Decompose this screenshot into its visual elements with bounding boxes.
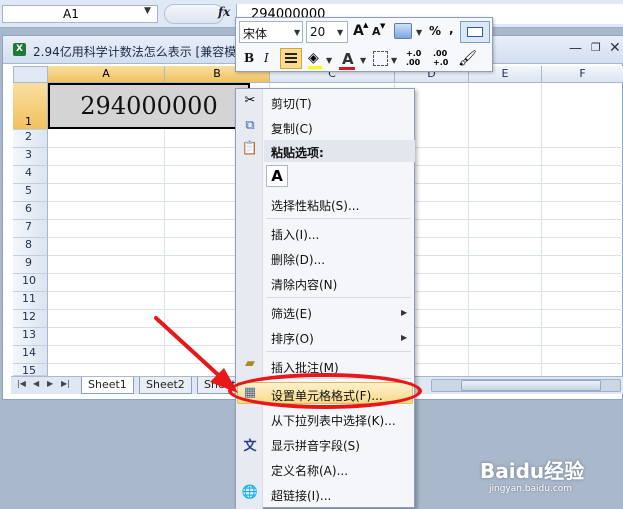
menu-item-delete[interactable]: 删除(D)... [271,251,325,268]
row-header-7[interactable]: 7 [13,220,48,238]
menu-separator [266,218,411,219]
font-name-select[interactable]: 宋体 ▼ [239,21,303,43]
close-icon[interactable]: ✕ [609,40,621,56]
increase-decimal-button[interactable]: +.0 .00 [406,49,421,67]
menu-separator [266,297,411,298]
percent-style-button[interactable]: % [429,24,441,38]
center-align-button[interactable] [280,48,302,69]
font-size-select[interactable]: 20 ▼ [306,21,348,43]
first-sheet-icon[interactable]: |◀ [17,379,26,388]
restore-icon[interactable]: ❐ [591,41,601,54]
clipboard-icon: 📋 [241,141,259,156]
chevron-down-icon: ▼ [294,28,301,37]
scrollbar-thumb[interactable] [461,380,601,391]
align-line [285,61,297,63]
font-color-button[interactable]: A [342,50,354,68]
watermark-url: jingyan.baidu.com [489,484,573,494]
bold-button[interactable]: B [244,51,254,65]
hyperlink-icon: 🌐 [241,485,259,500]
row-header-9[interactable]: 9 [13,256,48,274]
next-sheet-icon[interactable]: ▶ [47,379,53,388]
column-header-a[interactable]: A [48,66,165,83]
decrease-decimal-button[interactable]: .00 +.0 [433,49,448,67]
currency-format-icon[interactable] [394,23,412,39]
context-menu: ✂ 剪切(T) ⧉ 复制(C) 📋 粘贴选项: A 选择性粘贴(S)... 插入… [235,88,415,509]
chevron-down-icon: ▼ [337,28,344,37]
row-header-4[interactable]: 4 [13,166,48,184]
chevron-down-icon[interactable]: ▼ [416,28,422,37]
row-header-5[interactable]: 5 [13,184,48,202]
align-line [285,53,297,55]
menu-item-clear-contents[interactable]: 清除内容(N) [271,276,337,293]
menu-item-filter[interactable]: 筛选(E) [271,305,312,322]
prev-sheet-icon[interactable]: ◀ [33,379,39,388]
formula-bar-divider [164,4,224,24]
copy-icon: ⧉ [245,118,255,133]
select-all-corner[interactable] [13,66,48,83]
gridline [468,83,469,379]
row-header-6[interactable]: 6 [13,202,48,220]
menu-item-cut[interactable]: 剪切(T) [271,95,312,112]
gridline [541,83,542,379]
row-header-2[interactable]: 2 [13,130,48,148]
submenu-arrow-icon: ▶ [401,308,408,317]
menu-item-insert[interactable]: 插入(I)... [271,226,319,243]
mini-toolbar: 宋体 ▼ 20 ▼ A ▲ A ▼ ▼ % , B I ◈ ▼ A ▼ ▼ +.0 … [235,17,493,72]
excel-icon: X [13,43,26,56]
font-color-swatch [339,67,355,70]
row-header-15[interactable]: 15 [13,364,48,376]
workbook-title: 2.94亿用科学计数法怎么表示 [兼容模 [33,45,237,59]
name-box[interactable]: A1 [2,5,158,23]
cell-a1-merged[interactable]: 294000000 [48,83,250,129]
row-header-14[interactable]: 14 [13,346,48,364]
baidu-logo: Baidu经验 [480,459,585,483]
format-brush-icon[interactable]: 🖌 [458,49,477,67]
menu-item-paste-special[interactable]: 选择性粘贴(S)... [271,197,359,214]
tab-sheet1[interactable]: Sheet1 [81,377,134,394]
row-header-11[interactable]: 11 [13,292,48,310]
menu-item-paste-options: 粘贴选项: [271,146,324,160]
font-size-value: 20 [310,25,326,39]
italic-button[interactable]: I [264,51,269,65]
chevron-down-icon[interactable]: ▼ [360,56,366,65]
row-header-1[interactable]: 1 [13,83,48,130]
grow-arrow-icon: ▲ [363,21,369,29]
fill-color-icon[interactable]: ◈ [308,50,319,66]
row-header-12[interactable]: 12 [13,310,48,328]
row-header-10[interactable]: 10 [13,274,48,292]
row-header-3[interactable]: 3 [13,148,48,166]
last-sheet-icon[interactable]: ▶| [61,379,70,388]
annotation-arrow-icon [154,316,238,393]
menu-item-hyperlink[interactable]: 超链接(I)... [271,487,331,504]
submenu-arrow-icon: ▶ [401,333,408,342]
menu-item-pick-from-list[interactable]: 从下拉列表中选择(K)... [271,412,396,429]
insert-function-button[interactable]: fx [218,5,230,19]
chevron-down-icon[interactable]: ▼ [326,56,332,65]
borders-icon[interactable] [373,51,388,66]
menu-item-copy[interactable]: 复制(C) [271,120,313,137]
format-painter-button[interactable] [460,21,490,43]
menu-item-define-name[interactable]: 定义名称(A)... [271,462,348,479]
row-header-13[interactable]: 13 [13,328,48,346]
menu-item-show-phonetic[interactable]: 显示拼音字段(S) [271,437,360,454]
menu-item-sort[interactable]: 排序(O) [271,330,314,347]
menu-separator [266,351,411,352]
name-box-dropdown-icon[interactable]: ▼ [144,6,151,16]
phonetic-icon: 文 [243,439,257,454]
paste-keep-format-button[interactable]: A [266,165,288,187]
scissors-icon: ✂ [244,93,256,108]
align-line [285,57,297,59]
row-header-8[interactable]: 8 [13,238,48,256]
fill-color-swatch [308,66,322,69]
chevron-down-icon[interactable]: ▼ [391,56,397,65]
column-header-f[interactable]: F [542,66,623,83]
format-painter-icon [467,27,483,37]
annotation-oval [228,373,422,409]
shrink-arrow-icon: ▼ [380,22,386,30]
comma-style-button[interactable]: , [449,22,454,36]
minimize-icon[interactable]: — [569,41,582,56]
font-name-value: 宋体 [243,27,268,41]
